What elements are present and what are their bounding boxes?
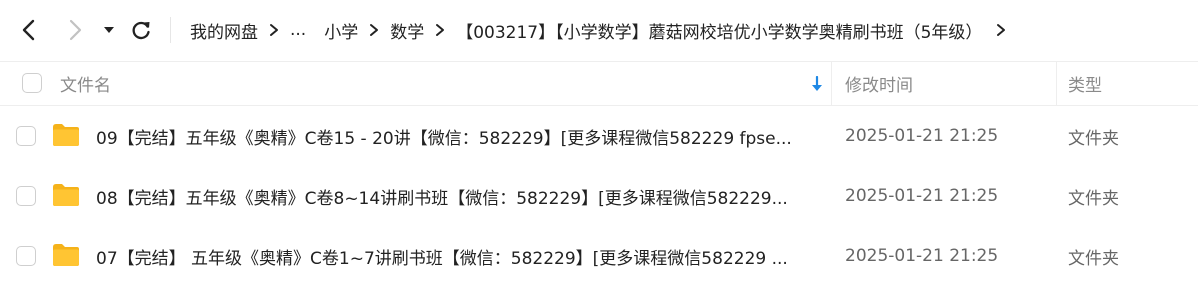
- breadcrumb-separator: [260, 23, 288, 37]
- folder-icon: [53, 184, 79, 206]
- chevron-left-icon: [22, 19, 35, 41]
- caret-down-icon: [104, 27, 114, 33]
- file-list-header: 文件名 修改时间 类型: [0, 61, 1198, 106]
- column-divider[interactable]: [1056, 62, 1057, 105]
- history-dropdown-button[interactable]: [96, 15, 122, 45]
- file-name[interactable]: 07【完结】 五年级《奥精》C卷1~7讲刷书班【微信：582229】[更多课程微…: [96, 226, 820, 286]
- forward-button[interactable]: [60, 15, 90, 45]
- column-header-name-label: 文件名: [60, 76, 111, 96]
- column-header-modified-label: 修改时间: [845, 76, 913, 96]
- row-checkbox[interactable]: [16, 246, 36, 266]
- file-name[interactable]: 08【完结】五年级《奥精》C卷8~14讲刷书班【微信：582229】[更多课程微…: [96, 166, 820, 226]
- chevron-right-icon: [997, 24, 1006, 36]
- refresh-button[interactable]: [126, 15, 156, 45]
- folder-icon: [53, 244, 79, 266]
- breadcrumb-item-primary-school[interactable]: 小学: [322, 18, 360, 43]
- back-button[interactable]: [14, 15, 44, 45]
- file-row[interactable]: 09【完结】五年级《奥精》C卷15 - 20讲【微信：582229】[更多课程微…: [0, 106, 1198, 166]
- column-divider[interactable]: [831, 62, 832, 105]
- chevron-right-icon: [69, 19, 82, 41]
- chevron-right-icon: [370, 24, 379, 36]
- column-header-modified[interactable]: 修改时间: [845, 62, 913, 105]
- file-modified-time: 2025-01-21 21:25: [845, 126, 999, 146]
- chevron-right-icon: [270, 24, 278, 36]
- column-header-type-label: 类型: [1068, 76, 1102, 96]
- row-checkbox[interactable]: [16, 126, 36, 146]
- navigation-toolbar: 我的网盘 ... 小学 数学 【003217】【小学数学】蘑菇网校培优小学数学奥…: [0, 0, 1198, 60]
- chevron-right-icon: [436, 24, 445, 36]
- breadcrumb-separator: [426, 23, 454, 37]
- breadcrumb-separator: [360, 23, 388, 37]
- sort-button[interactable]: [808, 62, 826, 105]
- breadcrumb: 我的网盘 ... 小学 数学 【003217】【小学数学】蘑菇网校培优小学数学奥…: [188, 0, 1018, 60]
- breadcrumb-item-ellipsis[interactable]: ...: [288, 20, 308, 40]
- column-header-name[interactable]: 文件名: [60, 62, 111, 105]
- file-modified-time: 2025-01-21 21:25: [845, 186, 999, 206]
- refresh-icon: [132, 21, 150, 40]
- breadcrumb-more-button[interactable]: [984, 23, 1018, 37]
- folder-icon: [53, 124, 79, 146]
- file-name[interactable]: 09【完结】五年级《奥精》C卷15 - 20讲【微信：582229】[更多课程微…: [96, 106, 820, 166]
- breadcrumb-item-current-folder[interactable]: 【003217】【小学数学】蘑菇网校培优小学数学奥精刷书班（5年级）: [454, 18, 984, 43]
- breadcrumb-item-my-drive[interactable]: 我的网盘: [188, 18, 260, 43]
- row-checkbox[interactable]: [16, 186, 36, 206]
- toolbar-divider: [170, 17, 171, 43]
- breadcrumb-item-math[interactable]: 数学: [388, 18, 426, 43]
- file-type: 文件夹: [1068, 248, 1119, 269]
- file-row[interactable]: 07【完结】 五年级《奥精》C卷1~7讲刷书班【微信：582229】[更多课程微…: [0, 226, 1198, 286]
- file-type: 文件夹: [1068, 188, 1119, 209]
- file-modified-time: 2025-01-21 21:25: [845, 246, 999, 266]
- select-all-checkbox[interactable]: [22, 73, 42, 93]
- sort-down-arrow-icon: [812, 75, 822, 91]
- file-type: 文件夹: [1068, 128, 1119, 149]
- file-row[interactable]: 08【完结】五年级《奥精》C卷8~14讲刷书班【微信：582229】[更多课程微…: [0, 166, 1198, 226]
- column-header-type[interactable]: 类型: [1068, 62, 1102, 105]
